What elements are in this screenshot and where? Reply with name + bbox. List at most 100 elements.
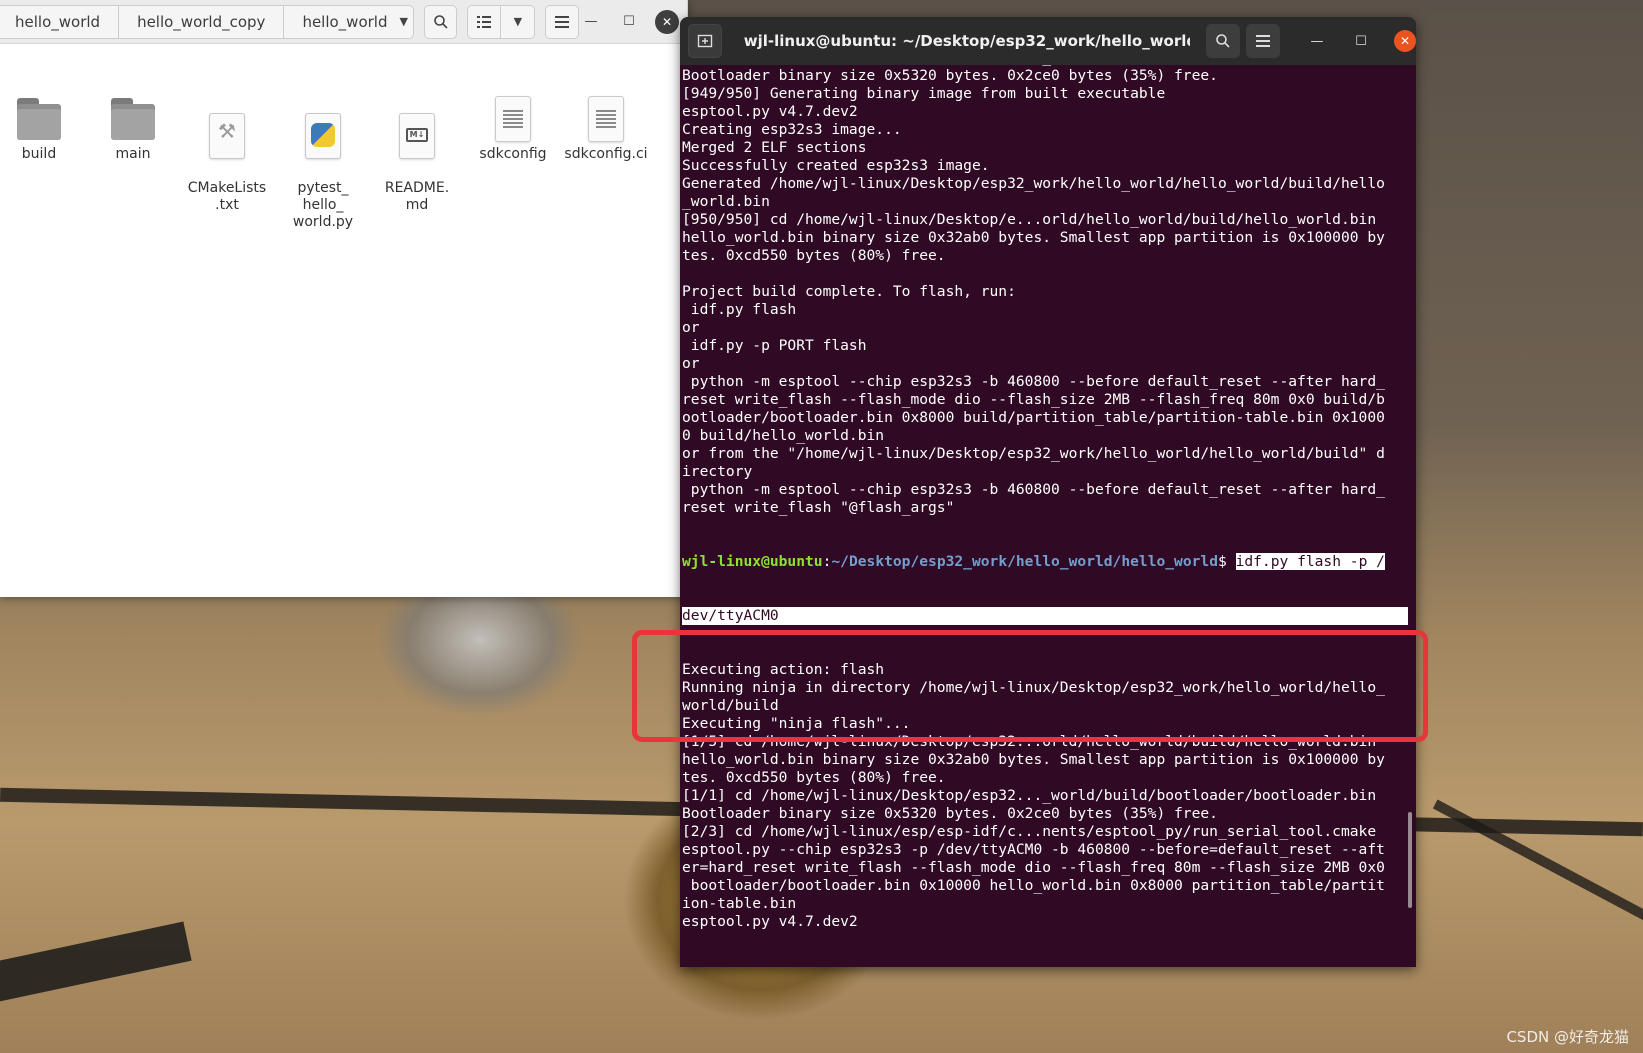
- file-item[interactable]: main: [88, 96, 178, 163]
- file-item[interactable]: ⚒ CMakeLists .txt: [182, 96, 272, 231]
- terminal-menu-button[interactable]: [1246, 24, 1280, 58]
- folder-icon: [109, 96, 157, 142]
- chevron-down-icon: ▼: [513, 15, 523, 28]
- terminal-line: er=hard_reset write_flash --flash_mode d…: [682, 859, 1385, 876]
- maximize-button[interactable]: ☐: [617, 10, 641, 34]
- terminal-line: [950/950] cd /home/wjl-linux/Desktop/e..…: [682, 211, 1377, 228]
- wallpaper-line: [0, 921, 192, 1009]
- folder-icon: [15, 96, 63, 142]
- file-item[interactable]: sdkconfig.ci: [562, 96, 650, 163]
- terminal-line: [949/950] Generating binary image from b…: [682, 85, 1166, 102]
- terminal-line: Merged 2 ELF sections: [682, 139, 867, 156]
- file-label: sdkconfig: [479, 146, 547, 162]
- terminal-line: esptool.py --chip esp32s3 -p /dev/ttyACM…: [682, 841, 1385, 858]
- file-item[interactable]: sdkconfig: [468, 96, 558, 163]
- close-button[interactable]: ✕: [1394, 30, 1416, 52]
- terminal-line: python -m esptool --chip esp32s3 -b 4608…: [682, 373, 1385, 390]
- hamburger-icon: [1256, 35, 1270, 47]
- terminal-line: or: [682, 319, 700, 336]
- terminal-scrollbar[interactable]: [1408, 812, 1412, 908]
- terminal-line: 0 build/hello_world.bin: [682, 427, 885, 444]
- text-file-icon: [582, 96, 630, 142]
- file-label: README. md: [384, 180, 450, 213]
- list-view-button[interactable]: [467, 4, 502, 39]
- view-options-button[interactable]: ▼: [501, 4, 536, 39]
- minimize-button[interactable]: —: [1306, 30, 1328, 52]
- file-label: main: [115, 146, 151, 162]
- maximize-button[interactable]: ☐: [1350, 30, 1372, 52]
- markdown-file-icon: M↓: [393, 113, 441, 159]
- new-tab-icon: [697, 34, 713, 48]
- selected-command: idf.py flash -p /: [1235, 553, 1385, 570]
- watermark: CSDN @好奇龙猫: [1506, 1028, 1629, 1046]
- file-grid: build main ⚒ CMakeLists .txt pytest_ hel…: [0, 44, 687, 230]
- terminal-line: _world.bin: [682, 193, 770, 210]
- close-button[interactable]: ✕: [655, 9, 679, 34]
- text-file-icon: [489, 96, 537, 142]
- terminal-line: hello_world.bin binary size 0x32ab0 byte…: [682, 751, 1385, 768]
- terminal-line: tes. 0xcd550 bytes (80%) free.: [682, 769, 946, 786]
- new-tab-button[interactable]: [688, 24, 722, 58]
- terminal-prompt-line: dev/ttyACM0: [682, 607, 1416, 625]
- terminal-line: esptool.py v4.7.dev2: [682, 913, 858, 930]
- terminal-line: tes. 0xcd550 bytes (80%) free.: [682, 247, 946, 264]
- search-icon: [433, 14, 448, 29]
- terminal-line: Creating esp32s3 image...: [682, 121, 902, 138]
- terminal-line: reset write_flash --flash_mode dio --fla…: [682, 391, 1385, 408]
- terminal-title: wjl-linux@ubuntu: ~/Desktop/esp32_work/h…: [743, 32, 1190, 50]
- terminal-window: wjl-linux@ubuntu: ~/Desktop/esp32_work/h…: [680, 17, 1416, 967]
- breadcrumb-item[interactable]: hello_world_copy: [119, 5, 285, 38]
- selected-command: dev/ttyACM0: [682, 607, 1408, 625]
- file-item[interactable]: build: [0, 96, 84, 163]
- terminal-line: ion-table.bin: [682, 895, 797, 912]
- menu-button[interactable]: [545, 4, 579, 39]
- terminal-line: Project build complete. To flash, run:: [682, 283, 1016, 300]
- breadcrumb-item[interactable]: hello_world: [284, 6, 395, 38]
- terminal-prompt-line: wjl-linux@ubuntu:~/Desktop/esp32_work/he…: [682, 553, 1385, 570]
- terminal-line: idf.py -p PORT flash: [682, 337, 867, 354]
- terminal-line: irectory: [682, 463, 753, 480]
- chevron-down-icon[interactable]: ▼: [396, 6, 413, 38]
- file-label: sdkconfig.ci: [564, 146, 648, 162]
- terminal-line: bootloader/bootloader.bin 0x10000 hello_…: [682, 877, 1385, 894]
- search-icon: [1216, 34, 1230, 48]
- breadcrumb-item[interactable]: hello_world: [0, 5, 120, 38]
- list-view-icon: [477, 15, 492, 28]
- terminal-line: or from the "/home/wjl-linux/Desktop/esp…: [682, 445, 1385, 462]
- file-label: build: [21, 146, 57, 162]
- file-label: CMakeLists .txt: [187, 180, 267, 213]
- search-button[interactable]: [423, 4, 458, 39]
- terminal-line: [1/1] cd /home/wjl-linux/Desktop/esp32..…: [682, 787, 1377, 804]
- terminal-line: idf.py flash: [682, 301, 797, 318]
- terminal-line: Bootloader binary size 0x5320 bytes. 0x2…: [682, 805, 1218, 822]
- file-label: pytest_ hello_ world.py: [292, 180, 354, 230]
- hamburger-icon: [555, 15, 570, 28]
- terminal-line: reset write_flash "@flash_args": [682, 499, 955, 516]
- terminal-output-block: [111/112] Generating binary image from b…: [682, 65, 1416, 517]
- prompt-user: wjl-linux@ubuntu: [682, 553, 823, 570]
- annotation-highlight-box: [632, 630, 1428, 742]
- file-item[interactable]: M↓ README. md: [372, 96, 462, 231]
- breadcrumb: hello_world hello_world_copy hello_world…: [0, 4, 414, 39]
- terminal-search-button[interactable]: [1206, 24, 1240, 58]
- prompt-symbol: $: [1217, 553, 1236, 570]
- terminal-line: hello_world.bin binary size 0x32ab0 byte…: [682, 229, 1385, 246]
- file-item[interactable]: pytest_ hello_ world.py: [278, 96, 368, 248]
- python-file-icon: [299, 113, 347, 159]
- terminal-line: python -m esptool --chip esp32s3 -b 4608…: [682, 481, 1385, 498]
- terminal-line: Successfully created esp32s3 image.: [682, 157, 990, 174]
- terminal-line: esptool.py v4.7.dev2: [682, 103, 858, 120]
- file-manager-header: hello_world hello_world_copy hello_world…: [0, 0, 687, 44]
- terminal-header: wjl-linux@ubuntu: ~/Desktop/esp32_work/h…: [680, 17, 1416, 65]
- minimize-button[interactable]: —: [579, 10, 603, 34]
- prompt-path: ~/Desktop/esp32_work/hello_world/hello_w…: [831, 553, 1218, 570]
- terminal-line: Bootloader binary size 0x5320 bytes. 0x2…: [682, 67, 1218, 84]
- terminal-output[interactable]: [111/112] Generating binary image from b…: [680, 65, 1416, 967]
- terminal-line: [2/3] cd /home/wjl-linux/esp/esp-idf/c..…: [682, 823, 1377, 840]
- cmake-file-icon: ⚒: [203, 113, 251, 159]
- file-manager-window: hello_world hello_world_copy hello_world…: [0, 0, 688, 597]
- terminal-line: Generated /home/wjl-linux/Desktop/esp32_…: [682, 175, 1385, 192]
- terminal-line: ootloader/bootloader.bin 0x8000 build/pa…: [682, 409, 1385, 426]
- terminal-line: or: [682, 355, 700, 372]
